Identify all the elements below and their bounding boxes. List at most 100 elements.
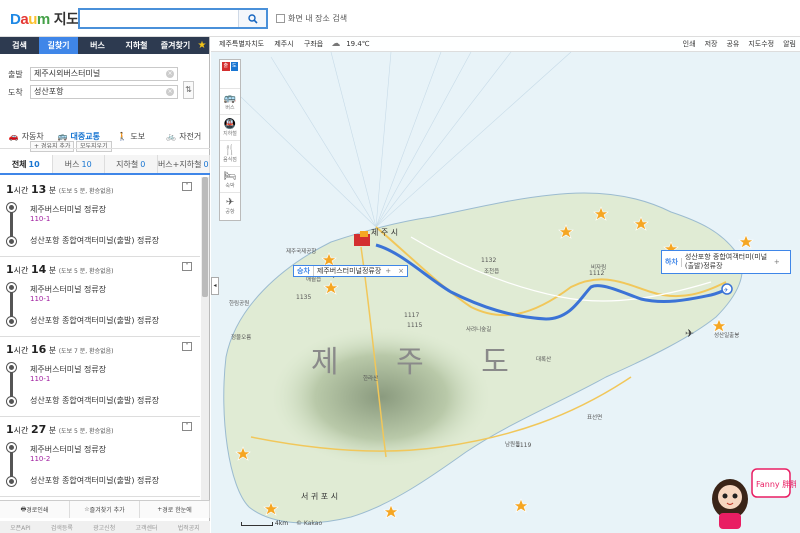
map-toolbar: 출발 도착 🚌 버스 🚇 지하철 🍴 음식점 🛏 숙박 ✈ 공항	[219, 59, 241, 221]
footer-link[interactable]: 광고신청	[93, 523, 115, 532]
board-callout[interactable]: 승차 제주버스터미널정류장 + ×	[293, 265, 409, 277]
breadcrumb-item[interactable]: 제주특별자치도	[219, 40, 264, 48]
mode-car[interactable]: 🚗 자동차	[0, 125, 53, 148]
route-list: 1시간 13 분 (도보 5 분, 환승없음) ˅ 제주버스터미널 정류장 11…	[0, 177, 200, 500]
toolbar-subway[interactable]: 🚇 지하철	[220, 114, 240, 140]
print-route-button[interactable]: 🖶 경로인쇄	[0, 501, 70, 518]
chevron-down-icon[interactable]: ˅	[182, 182, 192, 191]
route-duration: 1시간 14 분 (도보 5 분, 환승없음)	[6, 263, 114, 276]
toolbar-restaurant[interactable]: 🍴 음식점	[220, 140, 240, 166]
search-input[interactable]	[78, 8, 268, 29]
origin-input[interactable]: 제주시외버스터미널 ×	[30, 67, 178, 81]
start-dot	[7, 283, 16, 292]
tab-search[interactable]: 검색	[0, 37, 39, 54]
clear-dest-icon[interactable]: ×	[166, 88, 174, 96]
area-search-checkbox[interactable]: 화면 내 장소 검색	[276, 13, 347, 24]
filter-all-count: 10	[28, 159, 40, 169]
checkbox-label: 화면 내 장소 검색	[288, 14, 348, 23]
route-line	[10, 287, 13, 321]
footer-link[interactable]: 법적공지	[178, 523, 200, 532]
filter-all-label: 전체	[11, 159, 27, 169]
menu-save[interactable]: 저장	[705, 39, 718, 49]
map-view[interactable]: ✈ ✈ ✈ 113211121117 111511191135 제 주 도 제 …	[211, 37, 800, 533]
chevron-down-icon[interactable]: ˅	[182, 422, 192, 431]
footer-link[interactable]: 오픈API	[10, 523, 31, 532]
route-from: 제주버스터미널 정류장	[30, 365, 107, 374]
chevron-down-icon[interactable]: ˅	[182, 342, 192, 351]
filter-subway[interactable]: 지하철 0	[105, 155, 158, 173]
start-chip[interactable]: 출발	[222, 62, 230, 78]
sidebar-tabs: 검색 길찾기 버스 지하철 즐겨찾기 ★	[0, 37, 209, 54]
route-list-scrollbar[interactable]	[201, 177, 209, 500]
scrollbar-thumb[interactable]	[202, 177, 208, 297]
breadcrumb-item[interactable]: 제주시	[274, 40, 293, 48]
filter-all[interactable]: 전체 10	[0, 155, 53, 173]
route-item[interactable]: 1시간 16 분 (도보 7 분, 환승없음) ˅ 제주버스터미널 정류장 11…	[0, 337, 200, 417]
route-bus[interactable]: 110-1	[30, 215, 50, 223]
footer-link[interactable]: 검색등록	[51, 523, 73, 532]
search-button[interactable]	[238, 10, 266, 27]
route-bus[interactable]: 110-1	[30, 295, 50, 303]
mode-walk[interactable]: 🚶 도보	[105, 125, 158, 148]
copyright: © Kakao	[295, 520, 323, 527]
clear-origin-icon[interactable]: ×	[166, 70, 174, 78]
svg-text:✈: ✈	[724, 287, 729, 294]
end-dot	[7, 397, 16, 406]
plus-icon[interactable]: +	[385, 267, 391, 275]
toolbar-airport[interactable]: ✈ 공항	[220, 192, 240, 218]
tab-subway[interactable]: 지하철	[117, 37, 156, 54]
map-breadcrumb-bar: 제주특별자치도 제주시 구좌읍 ☁ 19.4℃ 인쇄 저장 공유 지도수정 알림	[211, 37, 800, 52]
tab-bus[interactable]: 버스	[78, 37, 117, 54]
svg-text:1115: 1115	[407, 322, 422, 329]
checkbox-box[interactable]	[276, 14, 285, 23]
subway-icon: 🚇	[223, 118, 237, 130]
sidebar: 검색 길찾기 버스 지하철 즐겨찾기 ★ 출발 제주시외버스터미널 × 도착 성산…	[0, 37, 210, 533]
dest-label: 도착	[8, 87, 23, 97]
toolbar-lodging[interactable]: 🛏 숙박	[220, 166, 240, 192]
filter-bus[interactable]: 버스 10	[53, 155, 105, 173]
route-item[interactable]: 1시간 13 분 (도보 5 분, 환승없음) ˅ 제주버스터미널 정류장 11…	[0, 177, 200, 257]
walk-icon: 🚶	[117, 132, 128, 141]
add-favorite-button[interactable]: ☆ 즐겨찾기 추가	[70, 501, 140, 518]
route-bus[interactable]: 110-2	[30, 455, 50, 463]
star-icon[interactable]: ★	[195, 37, 209, 54]
menu-share[interactable]: 공유	[726, 39, 739, 49]
mode-transit[interactable]: 🚌 대중교통	[53, 125, 106, 148]
map-menu: 인쇄 저장 공유 지도수정 알림	[683, 39, 796, 49]
toolbar-restaurant-label: 음식점	[223, 156, 237, 163]
mode-bike-label: 자전거	[179, 132, 202, 141]
bed-icon: 🛏	[223, 170, 237, 182]
chevron-down-icon[interactable]: ˅	[182, 262, 192, 271]
tab-directions[interactable]: 길찾기	[39, 37, 78, 54]
cloud-icon: ☁	[331, 39, 341, 49]
svg-text:1117: 1117	[404, 312, 419, 319]
close-icon[interactable]: ×	[398, 267, 404, 275]
filter-bus-subway[interactable]: 버스+지하철 0	[158, 155, 210, 173]
route-item[interactable]: 1시간 27 분 (도보 5 분, 환승없음) ˅ 제주버스터미널 정류장 11…	[0, 417, 200, 497]
menu-edit-map[interactable]: 지도수정	[748, 39, 774, 49]
route-item[interactable]: 1시간 14 분 (도보 5 분, 환승없음) ˅ 제주버스터미널 정류장 11…	[0, 257, 200, 337]
collapse-sidebar-button[interactable]: ◂	[211, 277, 219, 295]
svg-text:1135: 1135	[296, 294, 311, 301]
breadcrumb-item[interactable]: 구좌읍	[304, 40, 323, 48]
mode-car-label: 자동차	[21, 132, 44, 141]
plus-icon[interactable]: +	[774, 258, 780, 267]
toolbar-bus[interactable]: 🚌 버스	[220, 88, 240, 114]
end-marker[interactable]: ✈	[721, 283, 733, 295]
destination-input[interactable]: 성산포항 ×	[30, 85, 178, 99]
route-overview-button[interactable]: + 경로 한눈에	[140, 501, 210, 518]
sidebar-footer: 오픈API 검색등록 광고신청 고객센터 법적공지	[0, 521, 210, 533]
route-duration: 1시간 13 분 (도보 5 분, 환승없음)	[6, 183, 114, 196]
alight-callout[interactable]: 하차 성산포항 종합여객터미(미널(출발)정류장 +	[661, 250, 791, 274]
tab-favorites[interactable]: 즐겨찾기	[156, 37, 195, 54]
footer-link[interactable]: 고객센터	[135, 523, 157, 532]
route-bus[interactable]: 110-1	[30, 375, 50, 383]
route-from: 제주버스터미널 정류장	[30, 445, 107, 454]
menu-alert[interactable]: 알림	[783, 39, 796, 49]
end-chip[interactable]: 도착	[230, 62, 238, 78]
daum-logo[interactable]: Daum 지도	[10, 9, 79, 29]
mode-bike[interactable]: 🚲 자전거	[158, 125, 211, 148]
airport-icon-east: ✈	[685, 327, 694, 340]
swap-icon[interactable]: ⇅	[183, 81, 194, 99]
menu-print[interactable]: 인쇄	[683, 39, 696, 49]
